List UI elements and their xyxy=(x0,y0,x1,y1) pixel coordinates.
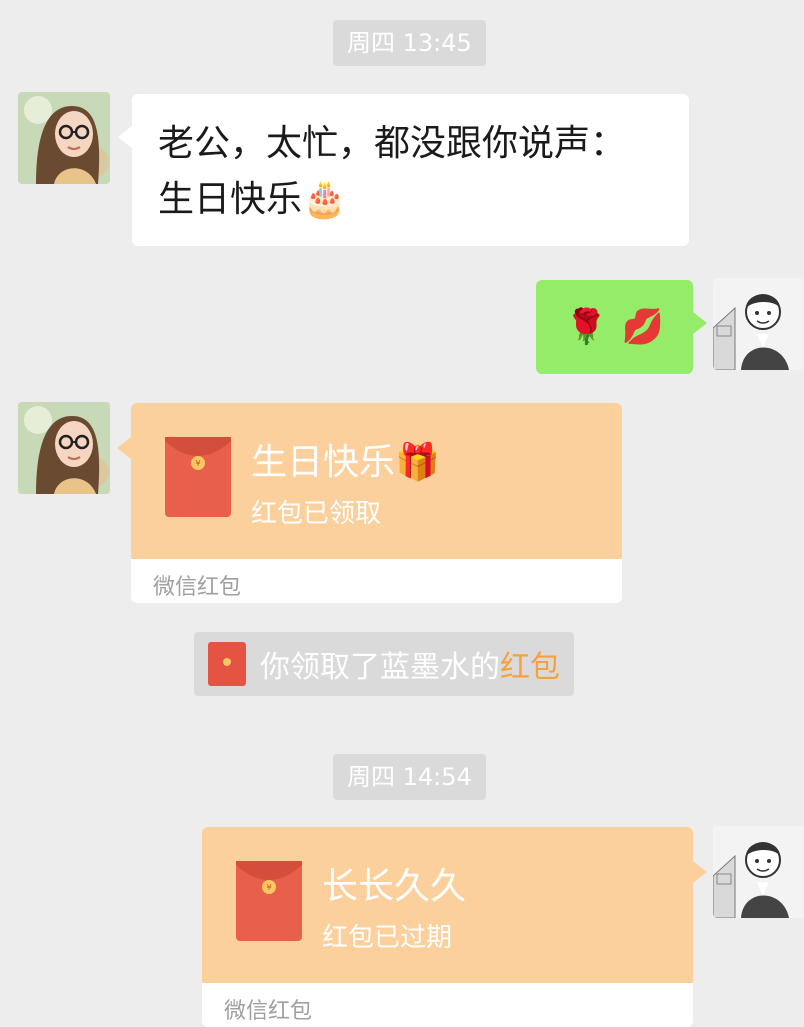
red-envelope-icon: ¥ xyxy=(165,437,231,517)
red-packet-footer: 微信红包 xyxy=(153,575,242,600)
system-notice: 你领取了蓝墨水的 红包 xyxy=(194,632,574,696)
red-packet-card[interactable]: ¥ 生日快乐🎁 红包已领取 微信红包 xyxy=(117,403,622,603)
message-text-line2: 生日快乐🎂 xyxy=(158,172,665,228)
timestamp: 周四 14:54 xyxy=(333,754,486,800)
avatar[interactable] xyxy=(18,92,110,184)
message-bubble[interactable]: 老公，太忙，都没跟你说声： 生日快乐🎂 xyxy=(118,94,689,246)
female-avatar-icon xyxy=(18,92,110,184)
svg-text:¥: ¥ xyxy=(266,883,271,892)
avatar[interactable] xyxy=(713,826,804,918)
system-notice-text: 你领取了蓝墨水的 xyxy=(260,650,500,685)
red-packet-header: ¥ 长长久久 红包已过期 xyxy=(202,827,707,983)
red-packet-header: ¥ 生日快乐🎁 红包已领取 xyxy=(117,403,622,559)
message-text: 老公，太忙，都没跟你说声： xyxy=(158,123,627,164)
red-packet-status: 红包已过期 xyxy=(322,923,453,953)
timestamp: 周四 13:45 xyxy=(333,20,486,66)
red-packet-footer: 微信红包 xyxy=(224,999,313,1024)
red-packet-status: 红包已领取 xyxy=(251,499,382,529)
male-avatar-icon xyxy=(713,278,804,370)
red-packet-card[interactable]: ¥ 长长久久 红包已过期 微信红包 xyxy=(202,827,707,1027)
male-avatar-icon xyxy=(713,826,804,918)
red-envelope-icon xyxy=(208,642,246,686)
red-packet-title-text: 生日快乐 xyxy=(251,442,396,483)
female-avatar-icon xyxy=(18,402,110,494)
rose-emoji-icon: 🌹 xyxy=(565,307,608,347)
svg-text:¥: ¥ xyxy=(195,459,200,468)
avatar[interactable] xyxy=(18,402,110,494)
red-packet-link[interactable]: 红包 xyxy=(500,642,560,686)
cake-emoji-icon: 🎂 xyxy=(302,179,347,220)
avatar[interactable] xyxy=(713,278,804,370)
message-bubble[interactable]: 🌹 💋 xyxy=(536,280,707,374)
message-text: 生日快乐 xyxy=(158,179,303,220)
lips-emoji-icon: 💋 xyxy=(621,307,664,347)
red-packet-title: 长长久久 xyxy=(322,866,467,907)
red-packet-title: 生日快乐🎁 xyxy=(251,433,440,485)
gift-emoji-icon: 🎁 xyxy=(395,442,440,483)
red-envelope-icon: ¥ xyxy=(236,861,302,941)
